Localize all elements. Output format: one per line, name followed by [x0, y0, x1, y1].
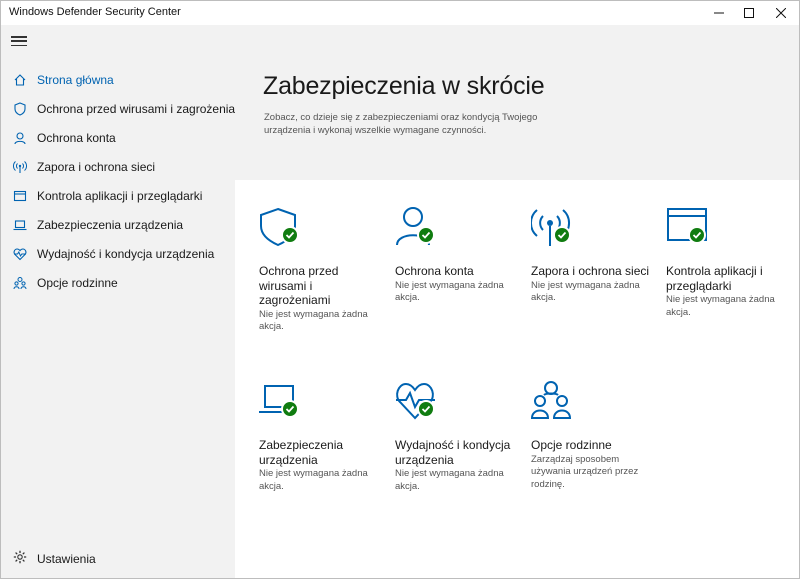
sidebar-nav: Strona główna Ochrona przed wirusami i z…: [1, 65, 248, 297]
tile-status: Nie jest wymagana żadna akcja.: [531, 279, 640, 304]
title-bar[interactable]: Windows Defender Security Center: [1, 1, 799, 25]
sidebar-item-family-options[interactable]: Opcje rodzinne: [1, 268, 235, 297]
sidebar-item-virus-protection[interactable]: Ochrona przed wirusami i zagrożeniami: [1, 94, 248, 123]
tile-title: Opcje rodzinne: [531, 438, 612, 452]
sidebar-item-label: Zabezpieczenia urządzenia: [37, 217, 184, 232]
person-icon: [13, 131, 27, 145]
sidebar-item-account-protection[interactable]: Ochrona konta: [1, 123, 235, 152]
tile-status: Zarządzaj sposobem używania urządzeń prz…: [531, 453, 639, 490]
sidebar-item-label: Strona główna: [37, 72, 114, 87]
checkmark-icon: [281, 400, 299, 418]
tile-app-browser-control[interactable]: Kontrola aplikacji i przeglądarki Nie je…: [666, 206, 791, 319]
maximize-icon: [744, 8, 754, 18]
sidebar-item-device-performance[interactable]: Wydajność i kondycja urządzenia: [1, 239, 235, 268]
sidebar-item-label: Zapora i ochrona sieci: [37, 159, 156, 174]
person-icon: [395, 206, 437, 248]
heart-pulse-icon: [13, 247, 27, 261]
tile-firewall[interactable]: Zapora i ochrona sieci Nie jest wymagana…: [530, 206, 656, 305]
app-window: Windows Defender Security Center Strona …: [0, 0, 800, 579]
tile-title: Zabezpieczenia urządzenia: [259, 438, 344, 467]
checkmark-icon: [281, 226, 299, 244]
tile-title: Wydajność i kondycja urządzenia: [395, 438, 511, 467]
page-header: Zabezpieczenia w skrócie Zobacz, co dzie…: [235, 25, 799, 180]
tile-title: Ochrona przed wirusami i zagrożeniami: [259, 264, 339, 307]
browser-window-icon: [13, 189, 27, 203]
tile-device-performance[interactable]: Wydajność i kondycja urządzenia Nie jest…: [395, 380, 520, 493]
tile-device-security[interactable]: Zabezpieczenia urządzenia Nie jest wymag…: [259, 380, 384, 493]
status-tiles: Ochrona przed wirusami i zagrożeniami Ni…: [235, 180, 799, 578]
home-icon: [13, 73, 27, 87]
browser-window-icon: [666, 206, 708, 248]
sidebar-item-label: Opcje rodzinne: [37, 275, 118, 290]
shield-icon: [259, 206, 301, 248]
settings-label: Ustawienia: [37, 552, 96, 566]
hamburger-menu-icon[interactable]: [9, 33, 29, 49]
sidebar: Strona główna Ochrona przed wirusami i z…: [1, 25, 248, 578]
sidebar-item-home[interactable]: Strona główna: [1, 65, 235, 94]
checkmark-icon: [417, 400, 435, 418]
page-description: Zobacz, co dzieje się z zabezpieczeniami…: [264, 112, 538, 136]
tile-account-protection[interactable]: Ochrona konta Nie jest wymagana żadna ak…: [395, 206, 520, 305]
tile-status: Nie jest wymagana żadna akcja.: [259, 468, 368, 492]
shield-icon: [13, 101, 27, 116]
checkmark-icon: [553, 226, 571, 244]
tile-title: Zapora i ochrona sieci: [531, 264, 650, 278]
sidebar-item-app-browser-control[interactable]: Kontrola aplikacji i przeglądarki: [1, 181, 235, 210]
laptop-icon: [13, 218, 27, 232]
family-icon: [13, 276, 27, 290]
tile-status: Nie jest wymagana żadna akcja.: [395, 468, 504, 492]
sidebar-item-device-security[interactable]: Zabezpieczenia urządzenia: [1, 210, 235, 239]
page-title: Zabezpieczenia w skrócie: [263, 72, 545, 100]
gear-icon: [13, 550, 27, 569]
sidebar-item-label: Wydajność i kondycja urządzenia: [37, 246, 215, 261]
sidebar-item-label: Ochrona konta: [37, 130, 116, 145]
window-title: Windows Defender Security Center: [9, 6, 181, 18]
laptop-icon: [259, 380, 301, 422]
heart-pulse-icon: [395, 380, 437, 422]
tile-title: Kontrola aplikacji i przeglądarki: [666, 264, 763, 293]
wireless-icon: [13, 160, 27, 174]
sidebar-item-label: Ochrona przed wirusami i zagrożeniami: [37, 101, 248, 116]
close-button[interactable]: [763, 1, 799, 25]
minimize-icon: [714, 12, 724, 14]
sidebar-item-settings[interactable]: Ustawienia: [1, 546, 235, 572]
tile-status: Nie jest wymagana żadna akcja.: [259, 308, 368, 333]
family-icon: [530, 380, 573, 422]
maximize-button[interactable]: [731, 1, 767, 25]
checkmark-icon: [417, 226, 435, 244]
wireless-icon: [530, 206, 573, 248]
sidebar-item-firewall[interactable]: Zapora i ochrona sieci: [1, 152, 235, 181]
tile-status: Nie jest wymagana żadna akcja.: [395, 279, 504, 304]
tile-title: Ochrona konta: [395, 264, 474, 278]
sidebar-item-label: Kontrola aplikacji i przeglądarki: [37, 188, 203, 203]
tile-status: Nie jest wymagana żadna akcja.: [666, 294, 775, 318]
tile-virus-protection[interactable]: Ochrona przed wirusami i zagrożeniami Ni…: [259, 206, 384, 334]
close-icon: [776, 8, 786, 18]
checkmark-icon: [688, 226, 706, 244]
tile-family-options[interactable]: Opcje rodzinne Zarządzaj sposobem używan…: [530, 380, 656, 491]
